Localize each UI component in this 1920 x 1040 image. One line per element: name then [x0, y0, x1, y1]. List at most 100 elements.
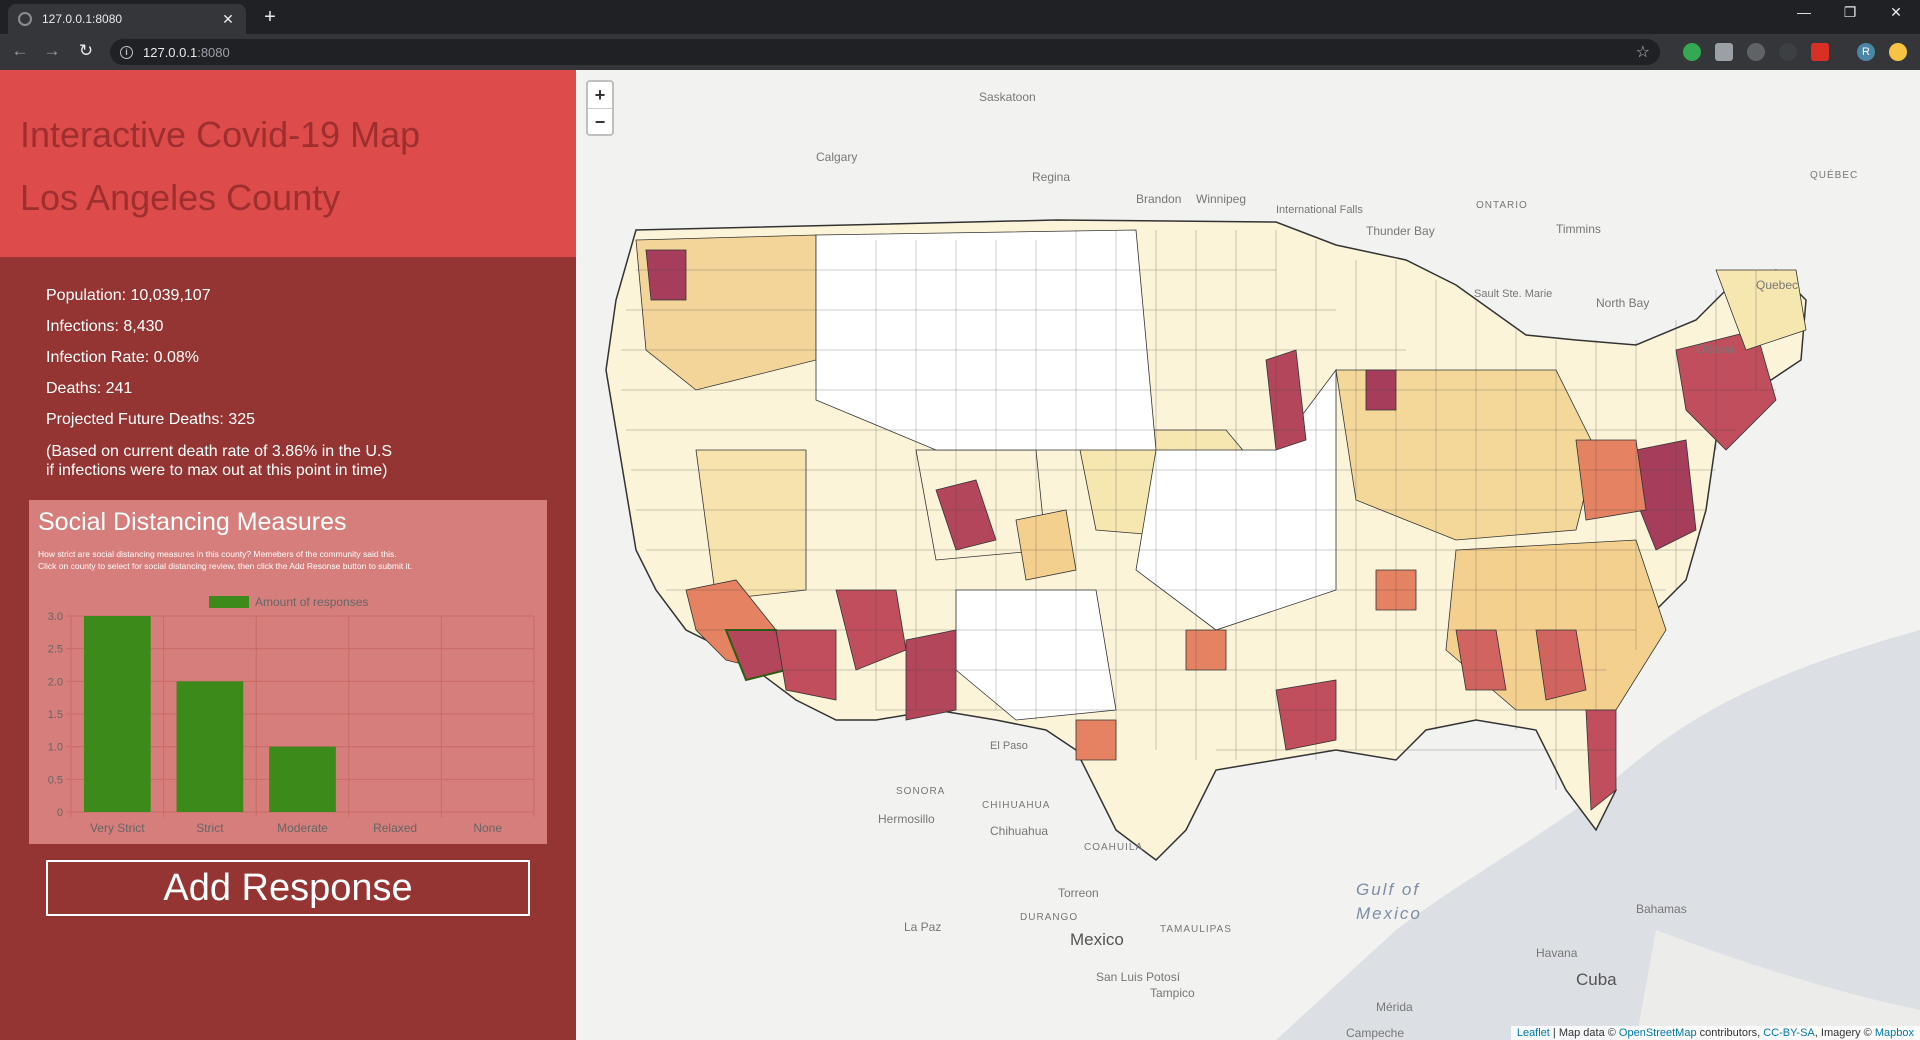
map-label-thunder-bay: Thunder Bay: [1366, 224, 1435, 238]
code-extension-icon[interactable]: [1779, 43, 1797, 61]
y-tick-label: 2.0: [48, 676, 63, 688]
extension-icon[interactable]: [1715, 43, 1733, 61]
responses-bar-chart: 0 0.5 1.0 1.5 2.0 2.5 3.0 Very Strict Strict Mode…: [48, 595, 535, 835]
map-label-tampico: Tampico: [1150, 986, 1195, 1000]
social-distancing-card: Social Distancing Measures How strict ar…: [29, 500, 547, 844]
attribution-sep: | Map data ©: [1549, 1027, 1619, 1039]
map-label-north-bay: North Bay: [1596, 296, 1650, 310]
glasses-extension-icon[interactable]: [1747, 43, 1765, 61]
restore-button[interactable]: ❐: [1830, 4, 1870, 21]
map-label-bahamas: Bahamas: [1636, 902, 1687, 916]
county-map[interactable]: Saskatoon Calgary Regina Brandon Winnipe…: [576, 70, 1920, 1040]
emoji-extension-icon[interactable]: [1889, 43, 1907, 61]
map-label-gulf: Gulf of: [1356, 880, 1421, 899]
county-stats: Population: 10,039,107 Infections: 8,430…: [46, 280, 392, 480]
map-label-gulf-mexico: Mexico: [1356, 904, 1422, 923]
map-label-campeche: Campeche: [1346, 1026, 1405, 1040]
bar-strict: [176, 681, 244, 812]
map-label-regina: Regina: [1032, 170, 1071, 184]
population-stat: Population: 10,039,107: [46, 287, 211, 304]
legend-swatch: [209, 596, 249, 608]
infections-stat: Infections: 8,430: [46, 318, 164, 335]
map-label-la-paz: La Paz: [904, 920, 942, 934]
zoom-control: + −: [586, 80, 614, 136]
map-label-merida: Mérida: [1376, 1000, 1413, 1014]
bookmark-star-icon[interactable]: ☆: [1636, 42, 1650, 62]
browser-tabbar: 127.0.0.1:8080 ✕ + — ❐ ✕: [0, 0, 1920, 34]
x-tick-label: Strict: [196, 821, 224, 835]
url-host: 127.0.0.1: [143, 44, 198, 60]
county-name: Los Angeles County: [20, 177, 341, 218]
map-label-winnipeg: Winnipeg: [1196, 192, 1247, 206]
chart-extension-icon[interactable]: [1811, 43, 1829, 61]
cc-by-sa-link[interactable]: CC-BY-SA: [1763, 1027, 1815, 1039]
close-window-button[interactable]: ✕: [1876, 4, 1916, 21]
map-label-havana: Havana: [1536, 946, 1578, 960]
minimize-button[interactable]: —: [1784, 4, 1824, 20]
y-tick-label: 0: [57, 807, 63, 819]
map-attribution: Leaflet | Map data © OpenStreetMap contr…: [1510, 1026, 1920, 1040]
map-label-hermosillo: Hermosillo: [878, 812, 935, 826]
social-distancing-title: Social Distancing Measures: [38, 508, 347, 536]
info-sidebar: Interactive Covid-19 Map Los Angeles Cou…: [0, 70, 576, 1040]
x-tick-label: Moderate: [277, 821, 328, 835]
address-bar[interactable]: i 127.0.0.1 :8080 ☆: [110, 39, 1660, 65]
projection-note: (Based on current death rate of 3.86% in…: [46, 442, 392, 480]
x-tick-label: Very Strict: [90, 821, 145, 835]
map-label-sonora: SONORA: [896, 786, 946, 797]
legend-label: Amount of responses: [255, 595, 368, 609]
map-label-intl-falls: International Falls: [1276, 204, 1363, 216]
map-label-ontario: ONTARIO: [1476, 200, 1528, 211]
map-label-calgary: Calgary: [816, 150, 858, 164]
tab-title: 127.0.0.1:8080: [42, 12, 123, 26]
note-line-1: (Based on current death rate of 3.86% in…: [46, 443, 392, 460]
bar-very-strict: [83, 616, 151, 812]
y-tick-label: 0.5: [48, 774, 63, 786]
browser-tab[interactable]: 127.0.0.1:8080 ✕: [8, 4, 246, 34]
zoom-in-button[interactable]: +: [588, 82, 612, 108]
y-tick-label: 2.5: [48, 644, 63, 656]
social-distancing-description: How strict are social distancing measure…: [38, 548, 538, 572]
map-label-san-luis: San Luis Potosí: [1096, 970, 1181, 984]
new-tab-button[interactable]: +: [260, 6, 280, 29]
x-tick-label: None: [473, 821, 502, 835]
map-label-chihuahua: Chihuahua: [990, 824, 1049, 838]
note-line-2: if infections were to max out at this po…: [46, 462, 388, 479]
back-icon[interactable]: ←: [8, 41, 32, 61]
url-port: :8080: [197, 44, 230, 60]
map-tiles: [576, 70, 1920, 1040]
reload-icon[interactable]: ↻: [74, 41, 98, 61]
map-label-mexico-country: Mexico: [1070, 930, 1124, 949]
map-label-quebec: Quebec: [1756, 278, 1799, 292]
map-label-el-paso: El Paso: [990, 740, 1028, 752]
bar-moderate: [269, 746, 336, 812]
y-tick-label: 3.0: [48, 611, 63, 623]
map-label-brandon: Brandon: [1136, 192, 1182, 206]
profile-avatar[interactable]: R: [1857, 43, 1875, 61]
map-label-timmins: Timmins: [1556, 222, 1601, 236]
infection-rate-stat: Infection Rate: 0.08%: [46, 349, 199, 366]
attribution-imagery: , Imagery ©: [1814, 1027, 1875, 1039]
projected-deaths-stat: Projected Future Deaths: 325: [46, 411, 256, 428]
y-tick-label: 1.5: [48, 709, 63, 721]
y-tick-label: 1.0: [48, 742, 63, 754]
description-line-2: Click on county to select for social dis…: [38, 561, 413, 571]
description-line-1: How strict are social distancing measure…: [38, 549, 397, 559]
add-response-button[interactable]: Add Response: [46, 860, 530, 916]
leaflet-link[interactable]: Leaflet: [1517, 1027, 1550, 1039]
map-label-quebec-province: QUÉBEC: [1810, 170, 1859, 181]
zoom-out-button[interactable]: −: [588, 108, 612, 134]
info-icon[interactable]: i: [120, 45, 133, 59]
map-label-durango: DURANGO: [1020, 912, 1079, 923]
map-label-coahuila: COAHUILA: [1084, 842, 1144, 853]
close-tab-icon[interactable]: ✕: [220, 11, 236, 28]
browser-toolbar: ← → ↻ i 127.0.0.1 :8080 ☆ R: [0, 34, 1920, 70]
grammarly-extension-icon[interactable]: [1683, 43, 1701, 61]
map-label-sault: Sault Ste. Marie: [1474, 288, 1553, 300]
mapbox-link[interactable]: Mapbox: [1875, 1027, 1914, 1039]
globe-icon: [18, 12, 32, 26]
forward-icon[interactable]: →: [40, 41, 64, 61]
osm-link[interactable]: OpenStreetMap: [1619, 1027, 1697, 1039]
map-label-saskatoon: Saskatoon: [979, 90, 1036, 104]
map-label-torreon: Torreon: [1058, 886, 1099, 900]
